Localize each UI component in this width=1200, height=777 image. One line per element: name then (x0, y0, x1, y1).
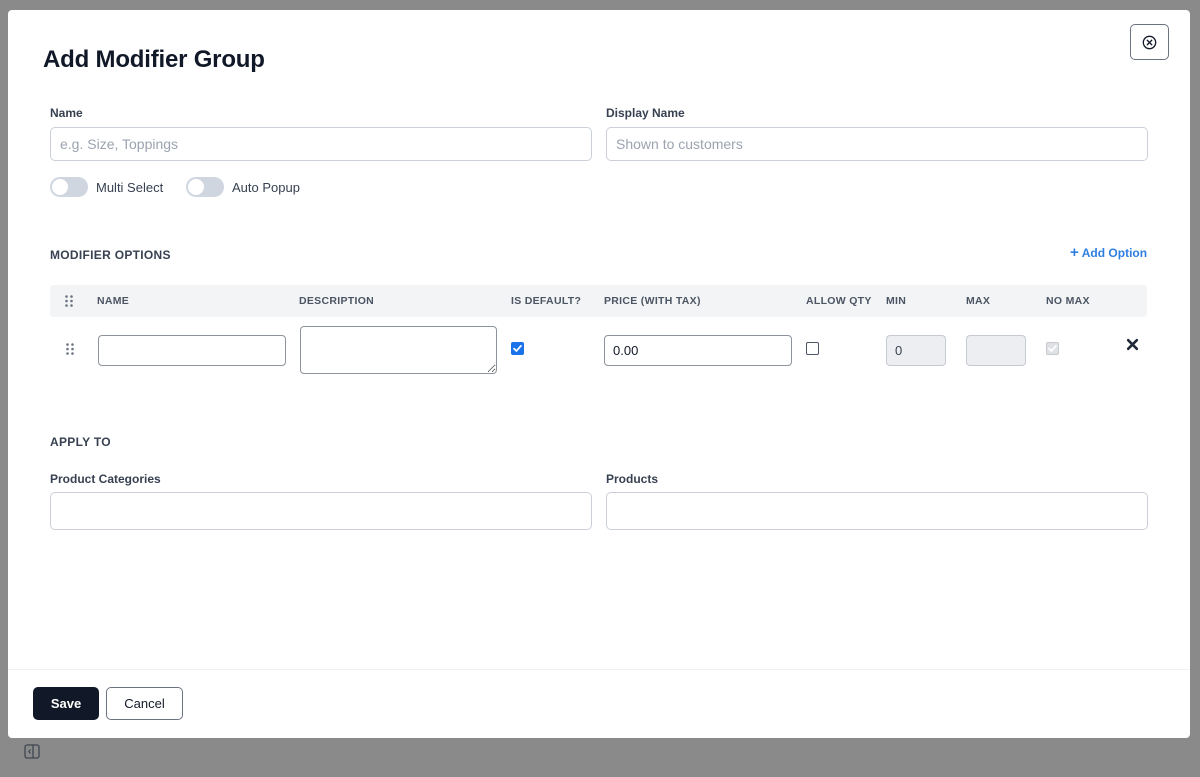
apply-to-title: APPLY TO (50, 435, 111, 449)
name-input[interactable] (50, 127, 592, 161)
price-input[interactable] (604, 335, 792, 366)
name-label: Name (50, 106, 83, 120)
multi-select-toggle-row: Multi Select (50, 177, 163, 197)
is-default-checkbox[interactable] (511, 342, 524, 355)
column-header-name: NAME (97, 295, 130, 307)
modal-footer: Save Cancel (8, 669, 1190, 738)
close-circle-icon (1142, 35, 1157, 49)
auto-popup-toggle-row: Auto Popup (186, 177, 300, 197)
sidebar-toggle-icon[interactable] (24, 744, 40, 759)
column-header-price: PRICE (WITH TAX) (604, 295, 701, 307)
display-name-label: Display Name (606, 106, 685, 120)
column-header-is-default: IS DEFAULT? (511, 295, 582, 307)
product-categories-label: Product Categories (50, 472, 161, 486)
drag-handle-icon (65, 295, 73, 307)
column-header-allow-qty: ALLOW QTY (806, 295, 872, 307)
multi-select-toggle[interactable] (50, 177, 88, 197)
close-button[interactable] (1130, 24, 1169, 60)
remove-row-icon[interactable] (1126, 338, 1139, 351)
allow-qty-checkbox[interactable] (806, 342, 819, 355)
add-option-button[interactable]: + Add Option (1070, 244, 1148, 261)
column-header-min: MIN (886, 295, 907, 307)
checkmark-icon (513, 344, 522, 352)
save-button[interactable]: Save (33, 687, 99, 720)
add-modifier-group-modal: Add Modifier Group Name Display Name Mul… (8, 10, 1190, 738)
multi-select-label: Multi Select (96, 179, 164, 195)
no-max-checkbox (1046, 342, 1059, 355)
min-input (886, 335, 946, 366)
products-select[interactable] (606, 492, 1148, 530)
modifier-options-title: MODIFIER OPTIONS (50, 248, 171, 262)
add-option-label: Add Option (1081, 246, 1148, 260)
column-header-description: DESCRIPTION (299, 295, 375, 307)
max-input (966, 335, 1026, 366)
auto-popup-label: Auto Popup (232, 179, 300, 195)
option-description-textarea[interactable] (300, 326, 497, 374)
modifier-options-table-header: NAME DESCRIPTION IS DEFAULT? PRICE (WITH… (50, 285, 1147, 317)
modal-title: Add Modifier Group (43, 46, 265, 73)
checkmark-icon (1048, 344, 1057, 352)
product-categories-select[interactable] (50, 492, 592, 530)
auto-popup-toggle[interactable] (186, 177, 224, 197)
cancel-button[interactable]: Cancel (106, 687, 183, 720)
drag-handle-icon[interactable] (66, 343, 74, 355)
option-name-input[interactable] (98, 335, 286, 366)
products-label: Products (606, 472, 659, 486)
plus-icon: + (1070, 244, 1079, 261)
display-name-input[interactable] (606, 127, 1148, 161)
column-header-max: MAX (966, 295, 991, 307)
column-header-no-max: NO MAX (1046, 295, 1090, 307)
